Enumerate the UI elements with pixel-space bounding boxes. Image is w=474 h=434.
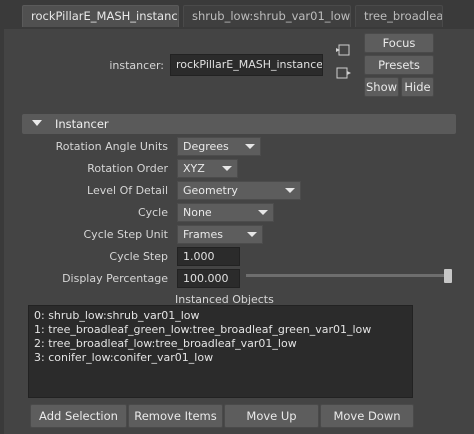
cycle-label: Cycle bbox=[137, 206, 168, 219]
section-title: Instancer bbox=[55, 117, 109, 131]
rotation-order-label: Rotation Order bbox=[87, 162, 168, 175]
rotation-order-value: XYZ bbox=[183, 162, 205, 175]
show-button[interactable]: Show bbox=[364, 77, 399, 97]
move-up-button[interactable]: Move Up bbox=[224, 404, 319, 428]
display-percentage-slider-handle[interactable] bbox=[444, 269, 452, 283]
hide-button[interactable]: Hide bbox=[401, 77, 434, 97]
cycle-value: None bbox=[183, 206, 212, 219]
level-of-detail-dropdown[interactable]: Geometry bbox=[177, 181, 301, 200]
cycle-step-unit-value: Frames bbox=[183, 228, 224, 241]
move-down-button[interactable]: Move Down bbox=[320, 404, 414, 428]
rotation-order-dropdown[interactable]: XYZ bbox=[177, 159, 238, 178]
remove-items-button[interactable]: Remove Items bbox=[128, 404, 223, 428]
chevron-down-icon bbox=[258, 210, 268, 215]
instancer-field[interactable]: rockPillarE_MASH_instancer bbox=[170, 54, 323, 76]
input-connection-icon[interactable] bbox=[336, 44, 350, 56]
left-edge bbox=[0, 29, 4, 434]
rotation-angle-units-dropdown[interactable]: Degrees bbox=[177, 137, 261, 156]
instancer-label: instancer: bbox=[109, 59, 164, 72]
tab-shrub-low[interactable]: shrub_low:shrub_var01_low bbox=[183, 5, 351, 27]
list-item[interactable]: 0: shrub_low:shrub_var01_low bbox=[34, 309, 407, 323]
output-connection-icon[interactable] bbox=[336, 67, 352, 79]
collapse-arrow-icon[interactable] bbox=[32, 120, 42, 126]
list-item[interactable]: 3: conifer_low:conifer_var01_low bbox=[34, 351, 407, 365]
focus-button[interactable]: Focus bbox=[364, 33, 434, 53]
instancer-section-header[interactable]: Instancer bbox=[22, 114, 456, 134]
tab-rockpillar-instancer[interactable]: rockPillarE_MASH_instancer bbox=[22, 5, 179, 27]
level-of-detail-value: Geometry bbox=[183, 184, 238, 197]
presets-button[interactable]: Presets bbox=[364, 55, 434, 75]
display-percentage-slider-track[interactable] bbox=[246, 274, 446, 277]
cycle-dropdown[interactable]: None bbox=[177, 203, 274, 222]
rotation-angle-units-value: Degrees bbox=[183, 140, 229, 153]
tab-tree-broadleaf[interactable]: tree_broadleaf bbox=[355, 5, 443, 27]
display-percentage-label: Display Percentage bbox=[62, 272, 168, 285]
list-item[interactable]: 1: tree_broadleaf_green_low:tree_broadle… bbox=[34, 323, 407, 337]
list-item[interactable]: 2: tree_broadleaf_low:tree_broadleaf_var… bbox=[34, 337, 407, 351]
instanced-objects-list[interactable]: 0: shrub_low:shrub_var01_low 1: tree_bro… bbox=[28, 305, 413, 398]
chevron-down-icon bbox=[245, 144, 255, 149]
cycle-step-field[interactable]: 1.000 bbox=[177, 247, 240, 266]
cycle-step-unit-dropdown[interactable]: Frames bbox=[177, 225, 263, 244]
display-percentage-field[interactable]: 100.000 bbox=[177, 269, 240, 288]
chevron-down-icon bbox=[247, 232, 257, 237]
cycle-step-label: Cycle Step bbox=[109, 250, 168, 263]
rotation-angle-units-label: Rotation Angle Units bbox=[55, 140, 168, 153]
chevron-down-icon bbox=[285, 188, 295, 193]
chevron-down-icon bbox=[222, 166, 232, 171]
cycle-step-unit-label: Cycle Step Unit bbox=[83, 228, 169, 241]
add-selection-button[interactable]: Add Selection bbox=[30, 404, 127, 428]
level-of-detail-label: Level Of Detail bbox=[87, 184, 168, 197]
tab-bar: rockPillarE_MASH_instancer shrub_low:shr… bbox=[0, 0, 474, 29]
